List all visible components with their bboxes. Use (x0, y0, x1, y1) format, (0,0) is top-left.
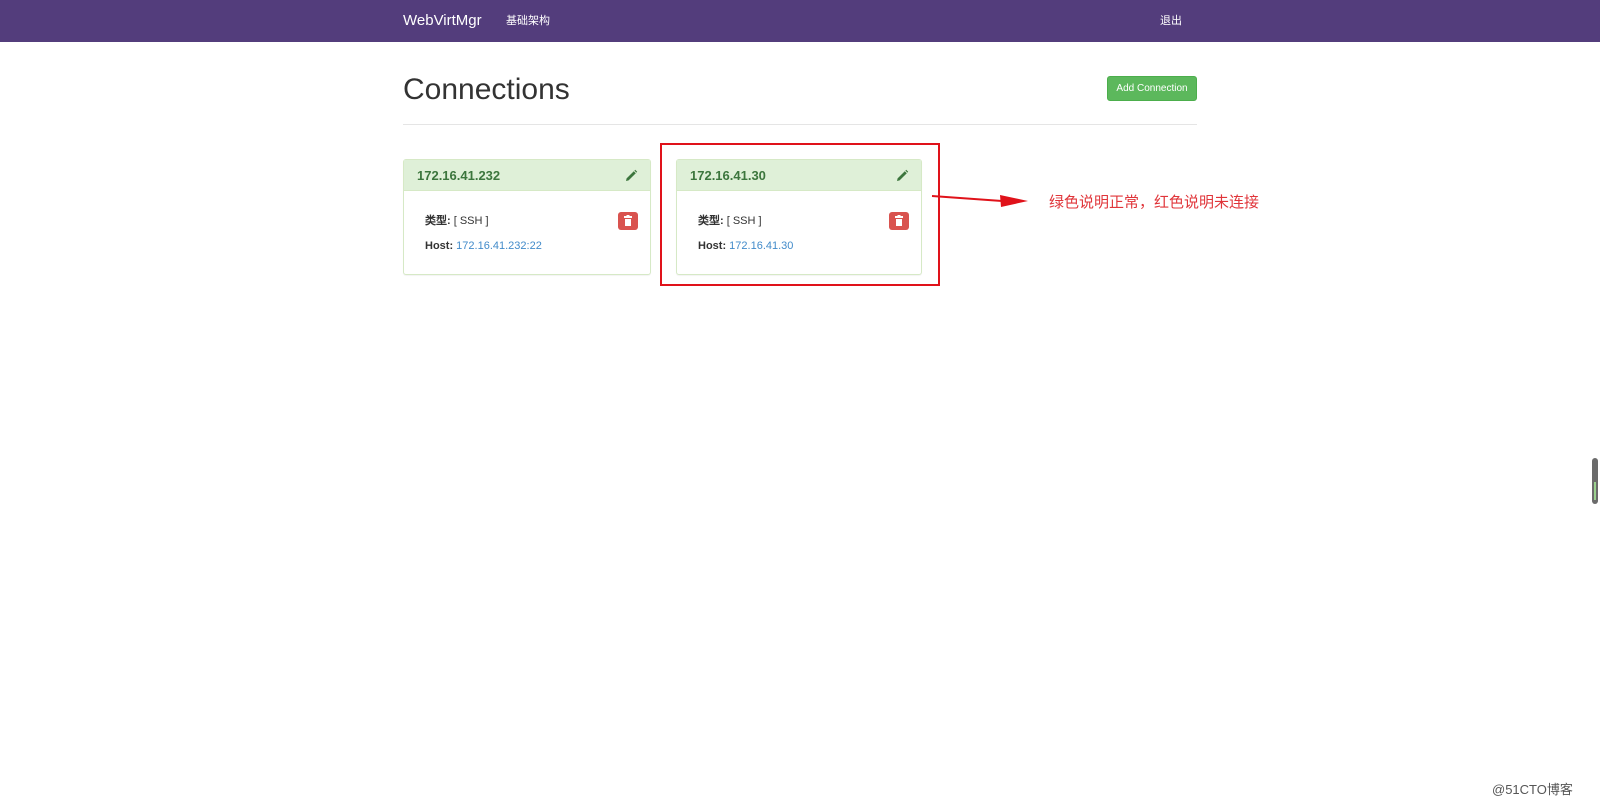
connection-panel: 172.16.41.232 类型: [ SSH ] Host: 172.16.4… (403, 159, 651, 275)
connection-host-row: Host: 172.16.41.232:22 (425, 239, 542, 253)
connection-title[interactable]: 172.16.41.232 (417, 168, 500, 183)
scroll-handle-grip (1594, 482, 1596, 500)
trash-icon (624, 215, 632, 226)
type-label: 类型: (698, 215, 724, 227)
connection-host-row: Host: 172.16.41.30 (698, 239, 793, 253)
host-label: Host: (425, 240, 454, 252)
page-title: Connections (403, 73, 570, 106)
nav-link-infrastructure[interactable]: 基础架构 (506, 13, 550, 29)
watermark: @51CTO博客 (1492, 782, 1573, 797)
delete-button[interactable] (889, 212, 909, 230)
connection-panel: 172.16.41.30 类型: [ SSH ] Host: 172.16.41… (676, 159, 922, 275)
delete-button[interactable] (618, 212, 638, 230)
host-label: Host: (698, 240, 727, 252)
logout-link[interactable]: 退出 (1160, 13, 1182, 29)
add-connection-button[interactable]: Add Connection (1107, 76, 1197, 101)
pencil-icon[interactable] (623, 168, 639, 184)
brand-link[interactable]: WebVirtMgr (403, 12, 482, 30)
top-navbar: WebVirtMgr 基础架构 退出 (0, 0, 1600, 42)
connection-type-row: 类型: [ SSH ] (425, 214, 489, 228)
pencil-icon[interactable] (894, 168, 910, 184)
panel-heading: 172.16.41.30 (677, 160, 921, 191)
annotation-note: 绿色说明正常，红色说明未连接 (1049, 193, 1260, 211)
host-link[interactable]: 172.16.41.30 (729, 240, 793, 252)
connection-type-row: 类型: [ SSH ] (698, 214, 762, 228)
type-value: [ SSH ] (453, 215, 489, 227)
host-link[interactable]: 172.16.41.232:22 (456, 240, 542, 252)
header-divider (403, 124, 1197, 125)
type-label: 类型: (425, 215, 451, 227)
type-value: [ SSH ] (726, 215, 762, 227)
arrow-icon (931, 195, 1028, 207)
connection-title[interactable]: 172.16.41.30 (690, 168, 766, 183)
panel-heading: 172.16.41.232 (404, 160, 650, 191)
trash-icon (895, 215, 903, 226)
